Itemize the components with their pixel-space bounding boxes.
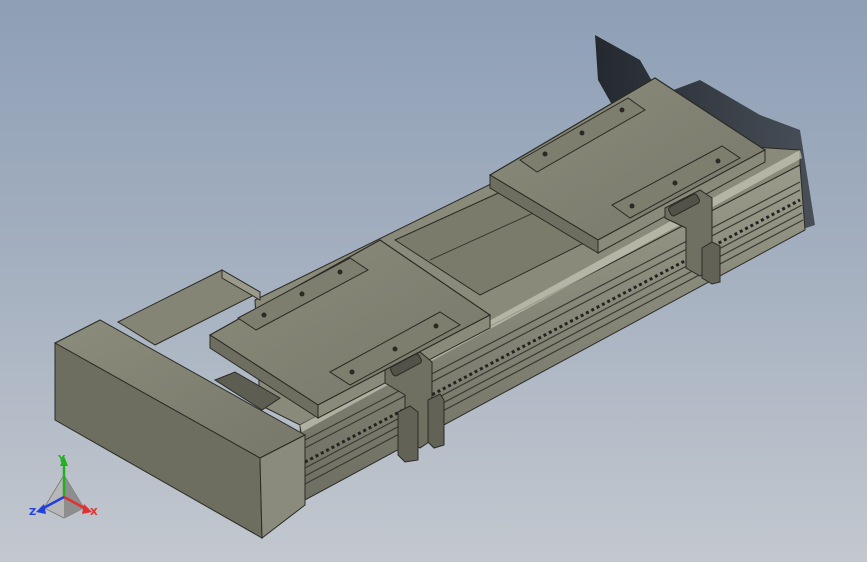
z-axis-label: Z [29, 507, 36, 518]
y-axis-label: Y [57, 454, 66, 465]
coordinate-triad[interactable]: Y X Z [29, 454, 98, 519]
x-axis-label: X [90, 507, 98, 518]
cad-viewport[interactable]: Y X Z [0, 0, 867, 562]
z-axis-arrow-icon [36, 504, 46, 514]
